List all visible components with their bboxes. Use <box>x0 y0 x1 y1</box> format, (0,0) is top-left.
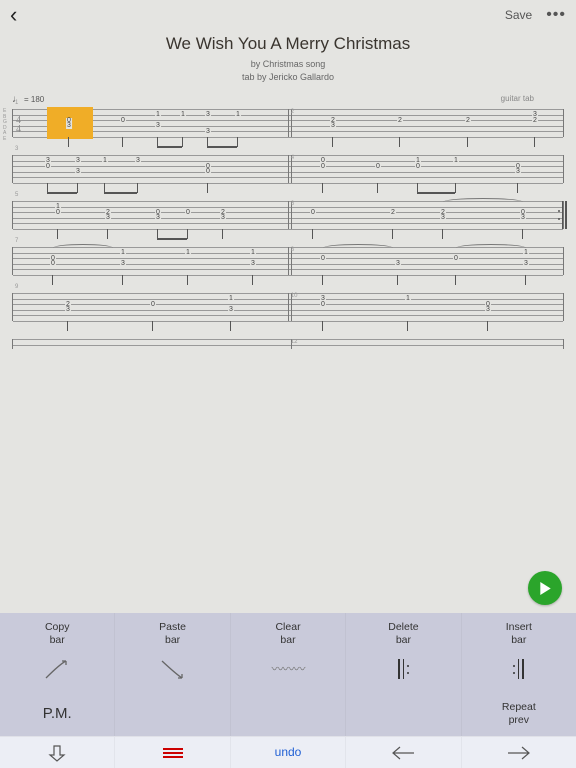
string-labels: EBGDAE <box>3 109 7 142</box>
repeat-start-icon <box>398 659 409 679</box>
byline: by Christmas song <box>0 59 576 69</box>
back-button[interactable]: ‹ <box>10 2 17 28</box>
tab-sheet[interactable]: ♩ = 180 guitar tab EBGDAE 1 2 44 03 0 13… <box>0 92 576 349</box>
arrow-down-icon <box>47 743 67 763</box>
slide-up-button[interactable] <box>0 647 115 691</box>
slide-down-button[interactable] <box>115 647 230 691</box>
page-title: We Wish You A Merry Christmas <box>0 34 576 54</box>
play-icon <box>539 582 552 595</box>
bar-number: 12 <box>291 339 292 349</box>
bar-number: 7 <box>15 238 18 244</box>
repeat-end-icon <box>513 659 524 679</box>
bar-number: 10 <box>291 293 292 321</box>
save-button[interactable]: Save <box>505 8 532 22</box>
bar-number: 2 <box>291 109 292 137</box>
delete-bar-button[interactable]: Delete bar <box>346 613 461 647</box>
slide-down-icon <box>158 658 188 680</box>
tool-empty <box>346 692 461 736</box>
bar-number: 6 <box>291 201 292 229</box>
time-signature: 44 <box>16 116 21 134</box>
vibrato-icon: 〰〰〰 <box>272 663 305 676</box>
bar-number: 5 <box>15 192 18 198</box>
slide-up-icon <box>42 658 72 680</box>
track-name: guitar tab <box>501 94 564 105</box>
paste-bar-button[interactable]: Paste bar <box>115 613 230 647</box>
staff-row-3[interactable]: 5 6 10 23 03 0 23 0 2 23 03 <box>12 201 564 229</box>
tab-author: tab by Jericko Gallardo <box>0 72 576 82</box>
tool-empty <box>115 692 230 736</box>
insert-bar-button[interactable]: Insert bar <box>462 613 576 647</box>
play-button[interactable] <box>528 571 562 605</box>
staff-row-1[interactable]: 1 2 44 03 0 13 1 33 1 23 2 2 32 <box>12 109 564 137</box>
accent-icon <box>163 748 183 758</box>
tool-empty <box>231 692 346 736</box>
prev-button[interactable] <box>346 737 461 768</box>
repeat-end-icon <box>561 201 567 229</box>
staff-row-4[interactable]: 7 8 00 13 1 13 0 3 0 13 <box>12 247 564 275</box>
editor-toolbar: Copy bar Paste bar Clear bar Delete bar … <box>0 613 576 768</box>
clear-bar-button[interactable]: Clear bar <box>231 613 346 647</box>
staff-row-2[interactable]: 3 4 30 33 1 3 00 00 0 10 1 03 <box>12 155 564 183</box>
next-button[interactable] <box>462 737 576 768</box>
accent-button[interactable] <box>115 737 230 768</box>
undo-button[interactable]: undo <box>231 737 346 768</box>
repeat-prev-button[interactable]: Repeat prev <box>462 692 576 736</box>
bar-number: 1 <box>15 100 18 106</box>
staff-row-6[interactable]: 11 12 <box>12 339 564 349</box>
repeat-start-button[interactable] <box>346 647 461 691</box>
bar-number: 3 <box>15 146 18 152</box>
palm-mute-button[interactable]: P.M. <box>0 692 115 736</box>
copy-bar-button[interactable]: Copy bar <box>0 613 115 647</box>
repeat-end-button[interactable] <box>462 647 576 691</box>
down-button[interactable] <box>0 737 115 768</box>
more-menu-icon[interactable]: ••• <box>546 6 566 24</box>
bar-number: 9 <box>15 284 18 290</box>
bar-number: 4 <box>291 155 292 183</box>
arrow-left-icon <box>390 745 416 761</box>
vibrato-button[interactable]: 〰〰〰 <box>231 647 346 691</box>
arrow-right-icon <box>506 745 532 761</box>
staff-row-5[interactable]: 9 10 23 0 13 30 1 03 <box>12 293 564 321</box>
bar-number: 8 <box>291 247 292 275</box>
